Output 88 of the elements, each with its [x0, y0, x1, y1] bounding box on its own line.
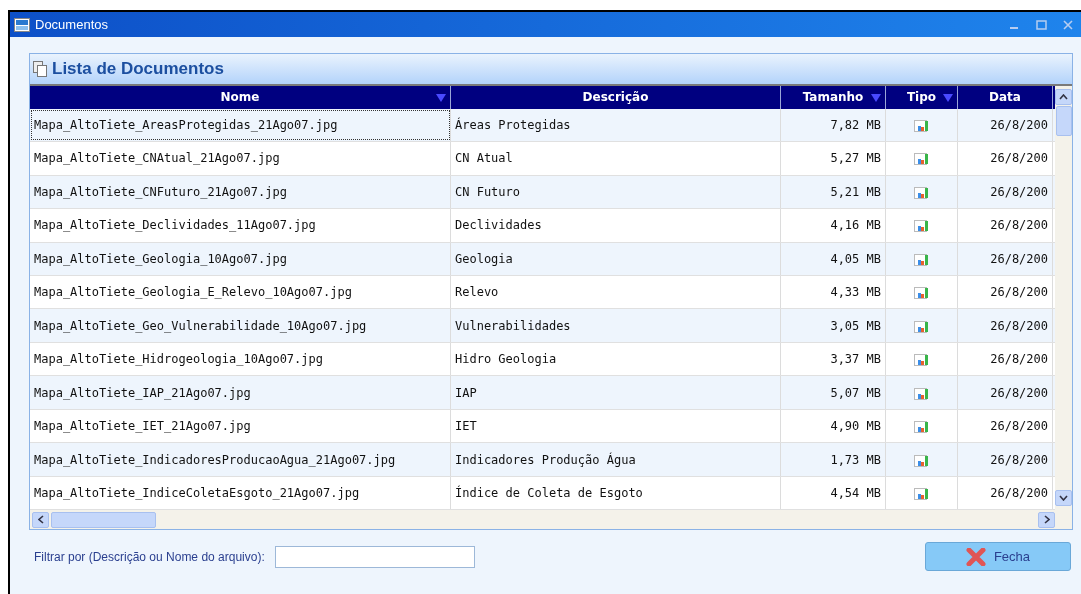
chevron-right-icon: [1043, 515, 1050, 525]
table-cell: 4,05 MB: [781, 242, 886, 275]
table-cell: 26/8/200: [958, 175, 1053, 209]
close-icon: [1063, 19, 1073, 30]
chart-icon: [913, 218, 930, 233]
table-cell: 7,82 MB: [781, 108, 886, 142]
table-cell[interactable]: Mapa_AltoTiete_Geologia_10Ago07.jpg: [30, 242, 451, 275]
documents-icon: [33, 61, 48, 77]
table-cell[interactable]: Mapa_AltoTiete_IndiceColetaEsgoto_21Ago07.jpg: [30, 476, 451, 510]
table-cell: 5,21 MB: [781, 175, 886, 209]
table-cell[interactable]: Mapa_AltoTiete_CNFuturo_21Ago07.jpg: [30, 175, 451, 209]
chart-icon: [913, 352, 930, 367]
scroll-left-button[interactable]: [32, 511, 49, 528]
table-cell: 5,27 MB: [781, 142, 886, 175]
table-cell: 3,05 MB: [781, 309, 886, 342]
table-cell: 26/8/200: [958, 275, 1053, 309]
table-cell: 4,16 MB: [781, 209, 886, 242]
chart-icon: [913, 452, 930, 467]
table-cell: Áreas Protegidas: [451, 108, 781, 142]
table-cell: 26/8/200: [958, 476, 1053, 510]
column-header[interactable]: Nome: [30, 86, 451, 109]
close-icon: [965, 547, 986, 566]
chart-icon: [913, 419, 930, 434]
table-cell: 5,07 MB: [781, 376, 886, 409]
scroll-down-button[interactable]: [1055, 490, 1072, 506]
vertical-scrollbar[interactable]: [1055, 86, 1072, 529]
table-cell: Declividades: [451, 209, 781, 242]
table-cell: Índice de Coleta de Esgoto: [451, 476, 781, 510]
table-cell: Geologia: [451, 242, 781, 275]
maximize-button[interactable]: [1034, 18, 1048, 31]
table-cell: Hidro Geologia: [451, 342, 781, 376]
table-cell: 26/8/200: [958, 142, 1053, 175]
table-cell: Relevo: [451, 275, 781, 309]
table-cell: 26/8/200: [958, 242, 1053, 275]
table-cell: 26/8/200: [958, 443, 1053, 476]
close-button[interactable]: [1061, 18, 1075, 31]
table-cell[interactable]: Mapa_AltoTiete_AreasProtegidas_21Ago07.jpg: [30, 108, 451, 142]
maximize-icon: [1035, 19, 1047, 30]
table-cell[interactable]: Mapa_AltoTiete_IndicadoresProducaoAgua_21Ago07.jpg: [30, 443, 451, 476]
table-cell: 4,90 MB: [781, 409, 886, 443]
chart-icon: [913, 151, 930, 166]
scroll-thumb[interactable]: [1055, 106, 1072, 136]
column-header[interactable]: Data: [958, 86, 1053, 109]
window-title: Documentos: [35, 17, 109, 32]
column-header[interactable]: Descrição: [451, 86, 781, 109]
minimize-icon: [1010, 26, 1018, 29]
table-cell: 26/8/200: [958, 376, 1053, 409]
table-cell: Vulnerabilidades: [451, 309, 781, 342]
table-cell[interactable]: Mapa_AltoTiete_IET_21Ago07.jpg: [30, 409, 451, 443]
chevron-left-icon: [37, 515, 44, 525]
filter-label: Filtrar por (Descrição ou Nome do arquivo):: [34, 549, 265, 564]
table-cell: 4,33 MB: [781, 275, 886, 309]
chart-icon: [913, 318, 930, 333]
table-cell: 4,54 MB: [781, 476, 886, 510]
chart-icon: [913, 184, 930, 199]
table-cell: IET: [451, 409, 781, 443]
column-header[interactable]: Tamanho: [781, 86, 886, 109]
chart-icon: [913, 486, 930, 500]
table-cell[interactable]: Mapa_AltoTiete_CNAtual_21Ago07.jpg: [30, 142, 451, 175]
table-cell[interactable]: Mapa_AltoTiete_Hidrogeologia_10Ago07.jpg: [30, 342, 451, 376]
table-cell: 26/8/200: [958, 342, 1053, 376]
chart-icon: [913, 251, 930, 266]
table-cell: 3,37 MB: [781, 342, 886, 376]
table-cell: Indicadores Produção Água: [451, 443, 781, 476]
table-cell: CN Atual: [451, 142, 781, 175]
horizontal-scrollbar[interactable]: [30, 510, 1055, 529]
chart-icon: [913, 285, 930, 300]
table-cell: 26/8/200: [958, 108, 1053, 142]
panel-title: Lista de Documentos: [52, 59, 224, 79]
app-icon: [14, 17, 30, 32]
close-button[interactable]: Fecha: [925, 542, 1071, 571]
table-cell: CN Futuro: [451, 175, 781, 209]
filter-field[interactable]: [274, 545, 475, 568]
scroll-right-button[interactable]: [1038, 511, 1055, 528]
table-cell[interactable]: Mapa_AltoTiete_Geo_Vulnerabilidade_10Ago07.jpg: [30, 309, 451, 342]
table-cell: 1,73 MB: [781, 443, 886, 476]
table-cell[interactable]: Mapa_AltoTiete_Geologia_E_Relevo_10Ago07.jpg: [30, 275, 451, 309]
table-cell: 26/8/200: [958, 409, 1053, 443]
chart-icon: [913, 385, 930, 400]
table-cell: 26/8/200: [958, 309, 1053, 342]
scroll-thumb[interactable]: [51, 511, 156, 528]
table-cell: IAP: [451, 376, 781, 409]
table-cell[interactable]: Mapa_AltoTiete_IAP_21Ago07.jpg: [30, 376, 451, 409]
column-header[interactable]: Tipo: [886, 86, 958, 109]
table-cell: 26/8/200: [958, 209, 1053, 242]
chart-icon: [913, 117, 930, 132]
table-cell[interactable]: Mapa_AltoTiete_Declividades_11Ago07.jpg: [30, 209, 451, 242]
scroll-up-button[interactable]: [1055, 89, 1072, 105]
